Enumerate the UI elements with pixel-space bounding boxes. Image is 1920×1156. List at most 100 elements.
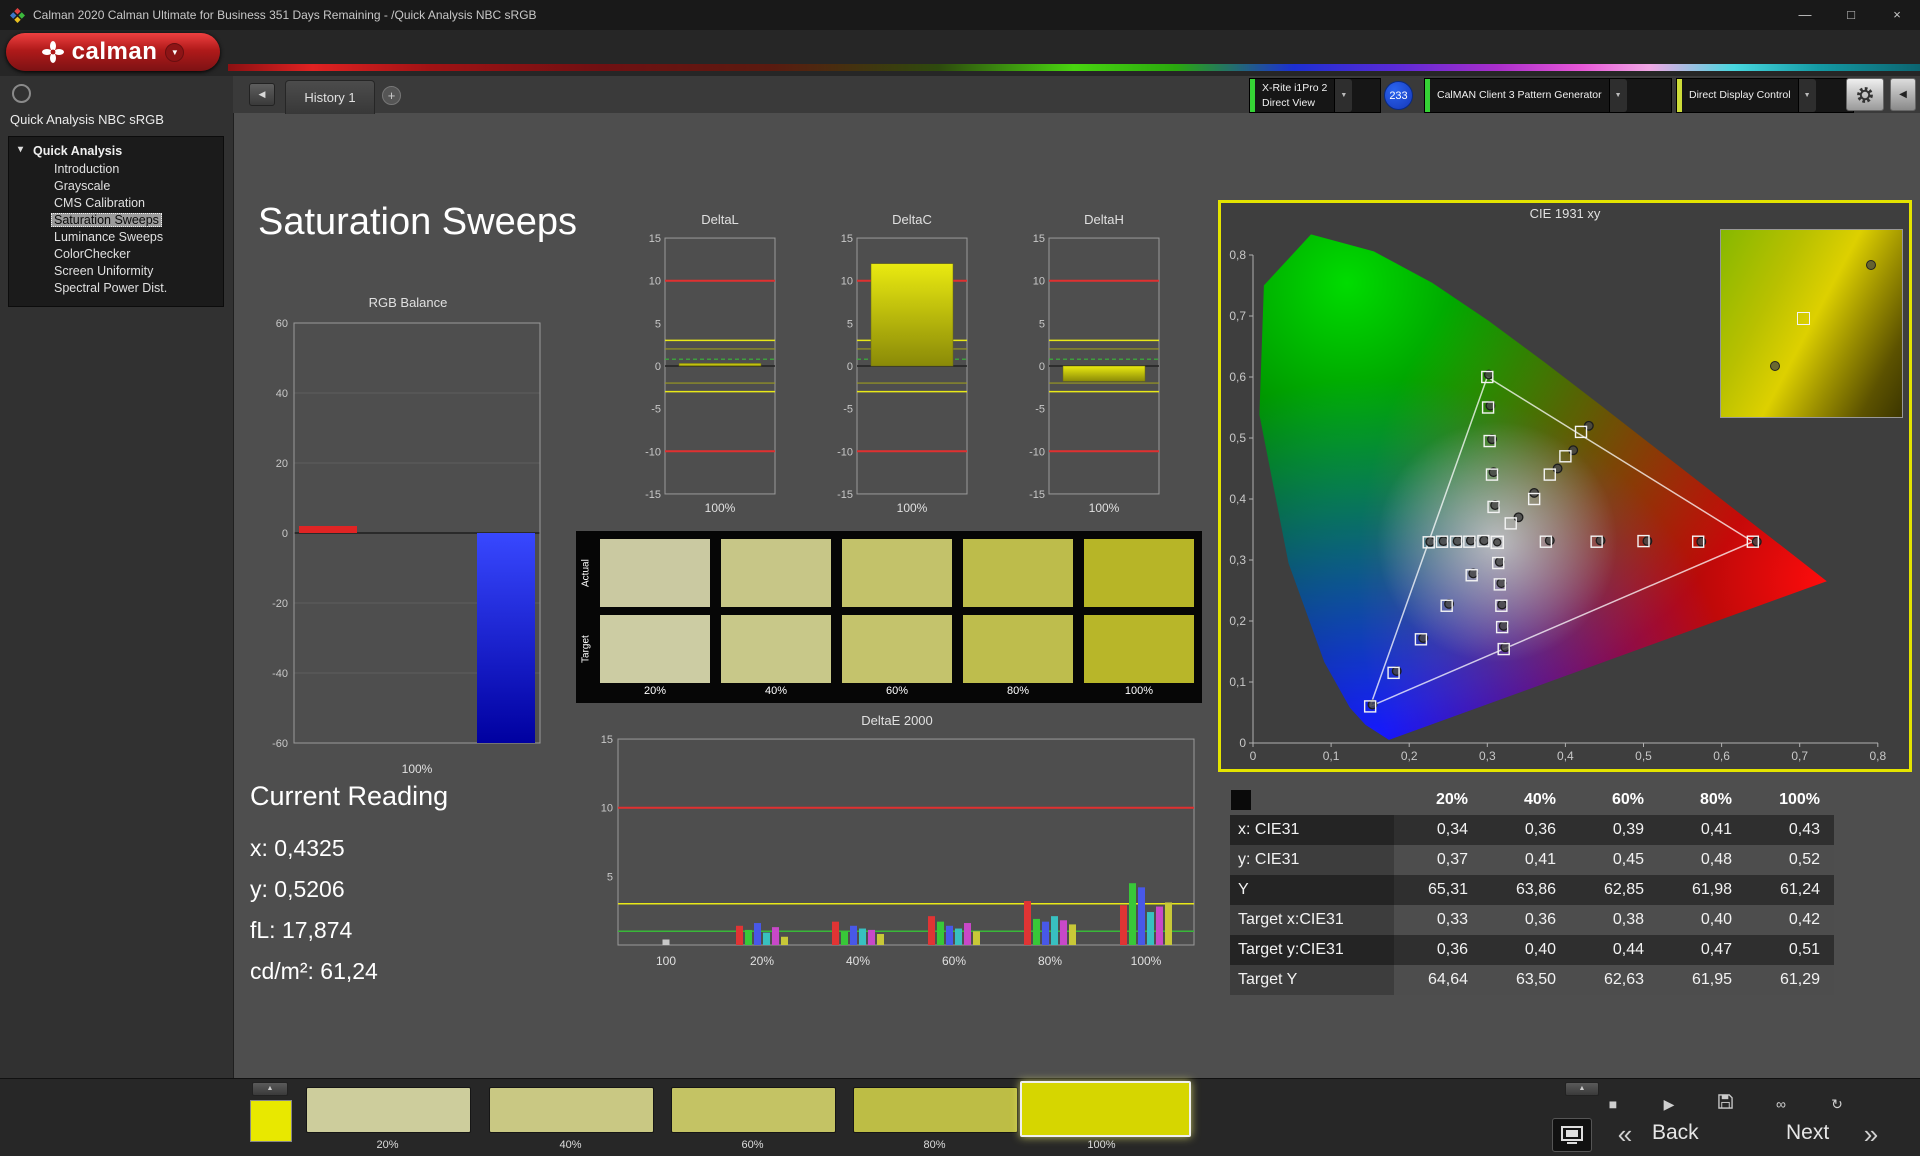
sidebar-item-saturation-sweeps[interactable]: Saturation Sweeps [9, 212, 223, 229]
minimize-button[interactable]: — [1782, 0, 1828, 30]
table-header-row: 20%40%60%80%100% [1230, 785, 1834, 815]
window-controls: — □ × [1782, 0, 1920, 30]
table-cell: 63,86 [1482, 875, 1570, 905]
tab-label: History 1 [304, 90, 355, 105]
sidebar-collapse-button[interactable]: ◀ [249, 83, 275, 106]
calman-flower-icon [42, 41, 64, 63]
pattern-swatch-40%[interactable] [489, 1087, 654, 1133]
sidebar-item-introduction[interactable]: Introduction [9, 161, 223, 178]
expand-controls-button[interactable]: ▲ [1565, 1082, 1599, 1096]
pattern-swatch-100%[interactable] [1020, 1081, 1191, 1137]
cie-zoom-inset [1720, 229, 1903, 418]
chevron-down-icon[interactable]: ▼ [1798, 79, 1816, 112]
chevron-down-icon[interactable]: ▼ [1609, 79, 1627, 112]
swatch-column-label: 40% [721, 685, 831, 697]
svg-text:10: 10 [1033, 276, 1045, 288]
play-button[interactable]: ▶ [1652, 1091, 1686, 1117]
svg-text:100%: 100% [1089, 501, 1120, 515]
svg-text:-5: -5 [651, 404, 661, 416]
tree-root-quick-analysis[interactable]: ▾ Quick Analysis [9, 142, 223, 161]
tab-history1[interactable]: History 1 [285, 80, 375, 114]
svg-text:0,4: 0,4 [1229, 492, 1246, 506]
sidebar-item-colorchecker[interactable]: ColorChecker [9, 246, 223, 263]
svg-text:-60: -60 [272, 738, 288, 750]
settings-button[interactable] [1846, 78, 1884, 111]
next-button[interactable]: Next [1786, 1121, 1829, 1145]
cie-1931-panel[interactable]: CIE 1931 xy 00,10,20,30,40,50,60,70,800,… [1218, 200, 1912, 772]
maximize-button[interactable]: □ [1828, 0, 1874, 30]
svg-text:0,2: 0,2 [1229, 614, 1246, 628]
display-control-name: Direct Display Control [1689, 88, 1791, 102]
svg-text:0,2: 0,2 [1401, 749, 1418, 763]
svg-text:0: 0 [847, 361, 853, 373]
table-cell: 0,42 [1746, 905, 1834, 935]
current-reading-heading: Current Reading [250, 781, 448, 812]
inset-target-square [1797, 312, 1810, 325]
cie-chart-title: CIE 1931 xy [1221, 206, 1909, 221]
table-cell: 61,29 [1746, 965, 1834, 995]
table-row: y: CIE310,370,410,450,480,52 [1230, 845, 1834, 875]
back-button[interactable]: Back [1652, 1121, 1699, 1145]
table-row-label: Target x:CIE31 [1230, 905, 1394, 935]
actual-swatch-40% [721, 539, 831, 607]
continuous-loop-button[interactable]: ∞ [1764, 1091, 1798, 1117]
save-button[interactable] [1708, 1091, 1742, 1117]
refresh-button[interactable]: ↻ [1820, 1091, 1854, 1117]
pattern-swatch-label: 60% [671, 1139, 834, 1151]
inset-measured-circle [1866, 260, 1876, 270]
meter-count-badge[interactable]: 233 [1384, 81, 1413, 110]
back-chevron-button[interactable]: « [1608, 1118, 1642, 1150]
table-cell: 61,98 [1658, 875, 1746, 905]
workflow-title: Quick Analysis NBC sRGB [10, 112, 164, 127]
pattern-swatch-80%[interactable] [853, 1087, 1018, 1133]
svg-text:DeltaE 2000: DeltaE 2000 [861, 713, 933, 728]
table-row: Y65,3163,8662,8561,9861,24 [1230, 875, 1834, 905]
display-control-dropdown[interactable]: Direct Display Control ▼ [1676, 78, 1854, 113]
actual-swatch-60% [842, 539, 952, 607]
current-pattern-swatch [250, 1100, 292, 1142]
close-button[interactable]: × [1874, 0, 1920, 30]
table-cell: 0,36 [1482, 905, 1570, 935]
workflow-tree: ▾ Quick Analysis IntroductionGrayscaleCM… [8, 136, 224, 307]
chevron-down-icon[interactable]: ▼ [1334, 79, 1352, 112]
calman-logo-menu[interactable]: calman ▼ [6, 33, 220, 71]
svg-text:-5: -5 [1035, 404, 1045, 416]
sidebar-item-screen-uniformity[interactable]: Screen Uniformity [9, 263, 223, 280]
display-view-button[interactable] [1552, 1118, 1592, 1152]
sidebar-item-spectral-power-dist-[interactable]: Spectral Power Dist. [9, 280, 223, 297]
table-cell: 0,44 [1570, 935, 1658, 965]
pattern-swatch-20%[interactable] [306, 1087, 471, 1133]
svg-text:DeltaC: DeltaC [892, 212, 932, 227]
svg-text:-5: -5 [843, 404, 853, 416]
sidebar-item-cms-calibration[interactable]: CMS Calibration [9, 195, 223, 212]
chevron-down-icon[interactable]: ▼ [165, 43, 184, 62]
svg-text:RGB Balance: RGB Balance [369, 295, 448, 310]
sidebar-item-grayscale[interactable]: Grayscale [9, 178, 223, 195]
table-cell: 0,40 [1658, 905, 1746, 935]
current-reading-panel: Current Reading x: 0,4325 y: 0,5206 fL: … [250, 781, 448, 992]
calman-logo-text: calman [72, 38, 158, 66]
next-chevron-button[interactable]: » [1854, 1118, 1888, 1150]
page-title: Saturation Sweeps [258, 201, 577, 244]
actual-swatch-100% [1084, 539, 1194, 607]
table-corner-box [1231, 790, 1251, 810]
expand-swatch-tray-button[interactable]: ▲ [252, 1082, 288, 1096]
svg-text:-10: -10 [645, 446, 661, 458]
table-row-label: Target y:CIE31 [1230, 935, 1394, 965]
svg-text:0,6: 0,6 [1713, 749, 1730, 763]
add-tab-button[interactable]: + [382, 86, 401, 105]
svg-text:5: 5 [847, 318, 853, 330]
pattern-swatch-label: 20% [306, 1139, 469, 1151]
swatch-row-label: Actual [579, 539, 593, 607]
right-panel-collapse-button[interactable]: ◀ [1890, 78, 1916, 111]
sidebar-item-luminance-sweeps[interactable]: Luminance Sweeps [9, 229, 223, 246]
pattern-generator-dropdown[interactable]: CalMAN Client 3 Pattern Generator ▼ [1424, 78, 1672, 113]
svg-text:0,5: 0,5 [1635, 749, 1652, 763]
svg-text:10: 10 [841, 276, 853, 288]
record-indicator-icon[interactable] [12, 84, 31, 103]
svg-text:100%: 100% [402, 762, 433, 776]
meter-dropdown[interactable]: X-Rite i1Pro 2 Direct View ▼ [1249, 78, 1381, 113]
delta-e-svg: DeltaE 20001510510020%40%60%80%100% [588, 713, 1206, 995]
pattern-swatch-60%[interactable] [671, 1087, 836, 1133]
stop-button[interactable]: ■ [1596, 1091, 1630, 1117]
